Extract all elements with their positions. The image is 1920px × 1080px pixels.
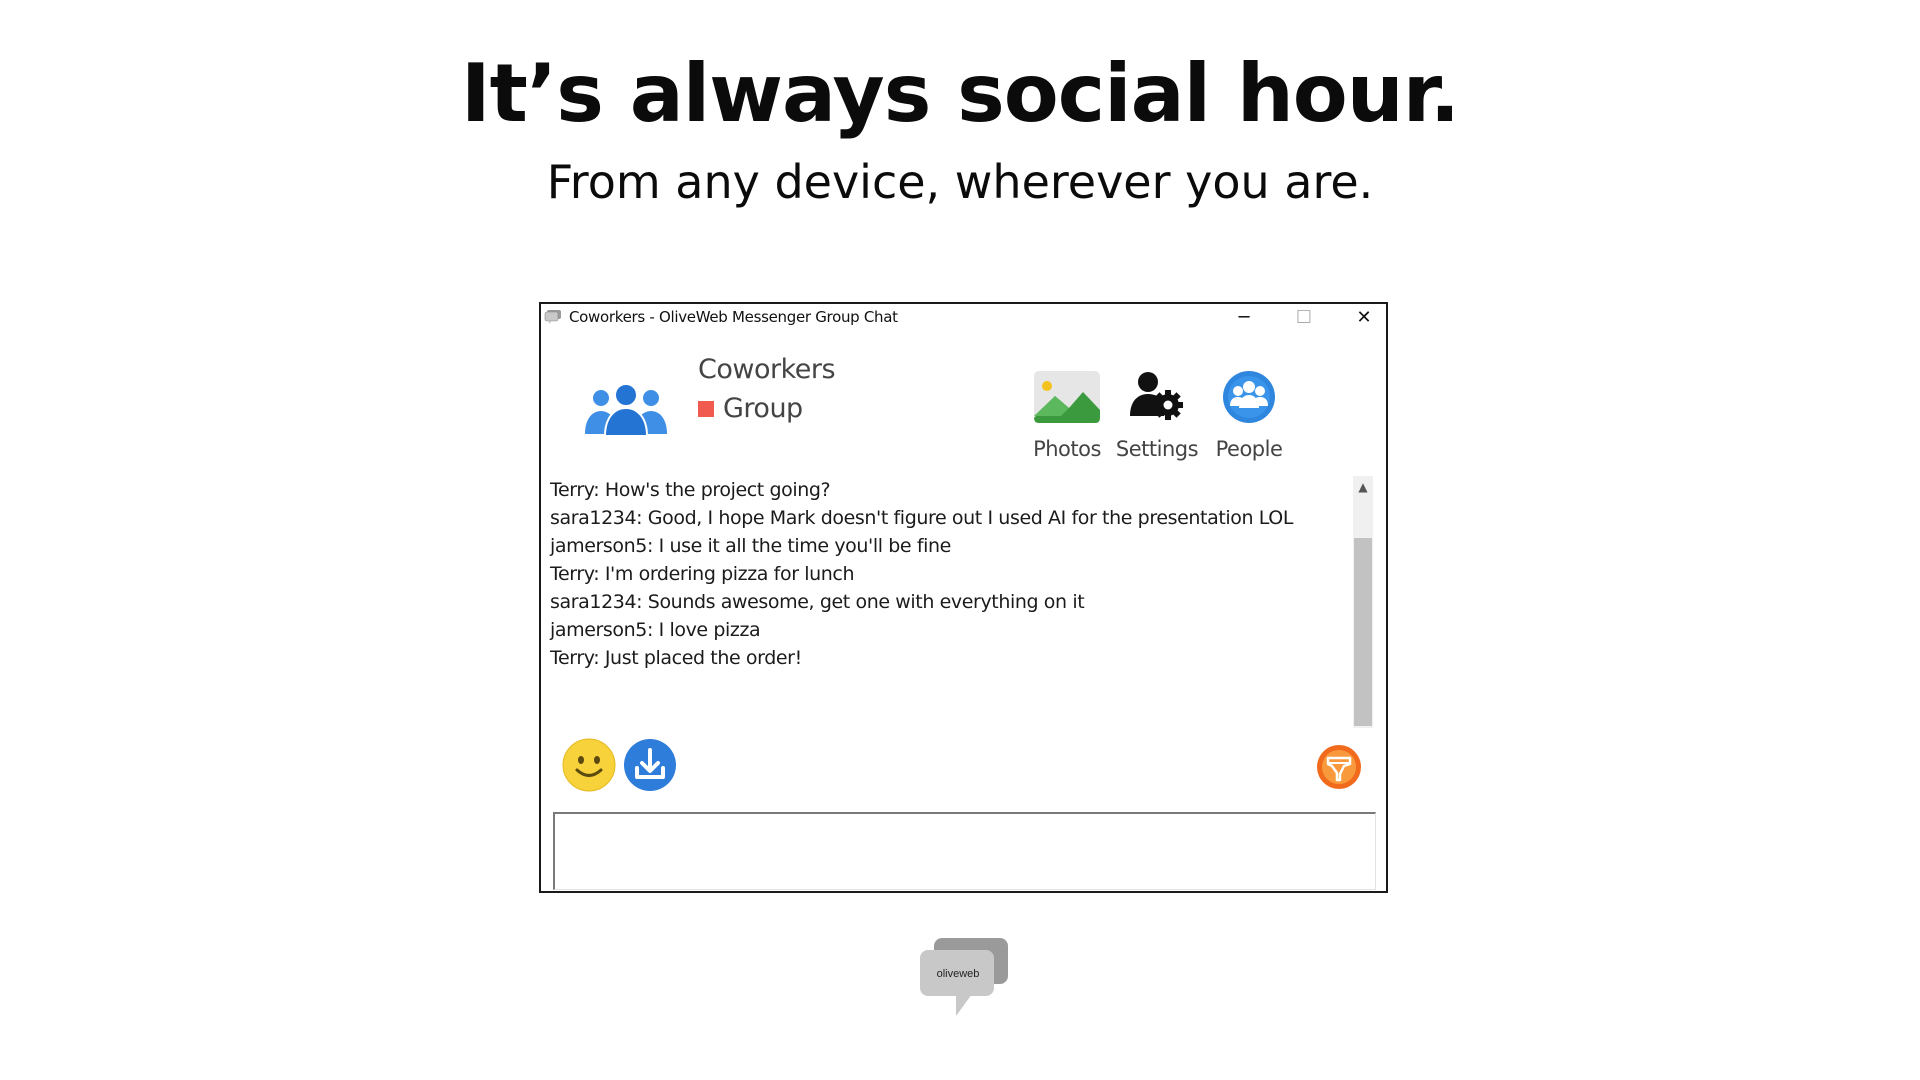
- people-circle-icon: [1223, 371, 1275, 423]
- scroll-up-icon[interactable]: ▲: [1353, 476, 1373, 498]
- title-bar[interactable]: Coworkers - OliveWeb Messenger Group Cha…: [541, 304, 1386, 332]
- nudge-icon[interactable]: [1316, 744, 1362, 790]
- group-type-label: Group: [723, 393, 803, 424]
- group-avatar-icon: [585, 384, 667, 436]
- hero-title: It’s always social hour.: [460, 47, 1460, 140]
- people-button[interactable]: People: [1209, 370, 1289, 461]
- user-gear-icon: [1130, 372, 1183, 420]
- smiley-face-icon[interactable]: [562, 738, 616, 792]
- chat-log[interactable]: Terry: How's the project going? sara1234…: [550, 476, 1360, 726]
- chat-message: jamerson5: I love pizza: [550, 619, 761, 641]
- chat-scrollbar[interactable]: ▲: [1353, 476, 1373, 728]
- chat-message: sara1234: Good, I hope Mark doesn't figu…: [550, 507, 1294, 529]
- chat-message: Terry: I'm ordering pizza for lunch: [550, 563, 855, 585]
- app-icon: [544, 310, 561, 324]
- chat-message: Terry: Just placed the order!: [550, 647, 802, 669]
- chat-message: Terry: How's the project going?: [550, 479, 831, 501]
- status-square-icon: [698, 401, 714, 417]
- chat-message: jamerson5: I use it all the time you'll …: [550, 535, 951, 557]
- minimize-button[interactable]: ─: [1221, 304, 1267, 332]
- people-label: People: [1215, 437, 1283, 461]
- settings-button[interactable]: Settings: [1115, 370, 1199, 461]
- message-input[interactable]: [553, 812, 1376, 890]
- group-name: Coworkers: [698, 354, 836, 385]
- close-button[interactable]: ✕: [1341, 304, 1387, 332]
- download-icon[interactable]: [623, 738, 677, 792]
- photos-label: Photos: [1033, 437, 1101, 461]
- photos-button[interactable]: Photos: [1028, 370, 1106, 461]
- hero-subtitle: From any device, wherever you are.: [546, 155, 1374, 209]
- maximize-button[interactable]: ☐: [1281, 304, 1327, 332]
- photo-landscape-icon: [1034, 371, 1100, 423]
- brand-name: oliveweb: [936, 968, 980, 980]
- chat-message: sara1234: Sounds awesome, get one with e…: [550, 591, 1085, 613]
- chat-window: Coworkers - OliveWeb Messenger Group Cha…: [539, 302, 1388, 893]
- settings-label: Settings: [1115, 437, 1199, 461]
- scroll-thumb[interactable]: [1354, 538, 1372, 726]
- window-title: Coworkers - OliveWeb Messenger Group Cha…: [569, 308, 898, 326]
